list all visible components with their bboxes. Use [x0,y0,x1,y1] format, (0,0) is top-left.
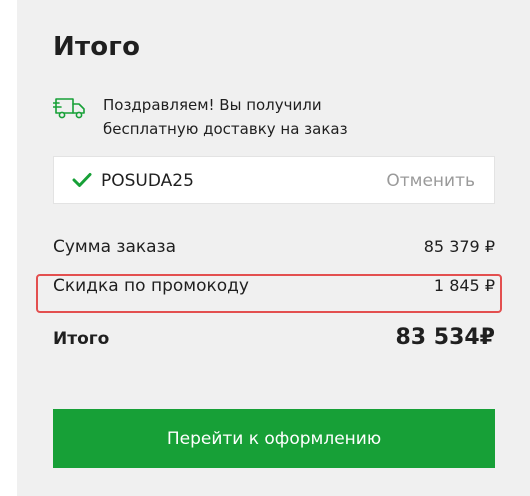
order-sum-label: Сумма заказа [53,237,177,257]
applied-promo-box: POSUDA25 Отменить [53,156,495,204]
total-row: Итого 83 534₽ [53,325,495,350]
promo-code: POSUDA25 [101,171,194,191]
order-sum-value: 85 379 ₽ [423,237,495,256]
cancel-promo-button[interactable]: Отменить [386,169,475,193]
delivery-message: Поздравляем! Вы получили бесплатную дост… [103,96,348,138]
total-label: Итого [53,329,110,349]
check-icon [72,173,92,187]
checkout-button[interactable]: Перейти к оформлению [53,409,495,468]
total-value: 83 534₽ [395,325,495,350]
discount-highlight-box [36,274,502,313]
summary-title: Итого [53,32,141,62]
order-sum-row: Сумма заказа 85 379 ₽ [53,237,495,257]
delivery-truck-icon [53,98,85,119]
free-delivery-notice: Поздравляем! Вы получили бесплатную дост… [53,93,403,141]
